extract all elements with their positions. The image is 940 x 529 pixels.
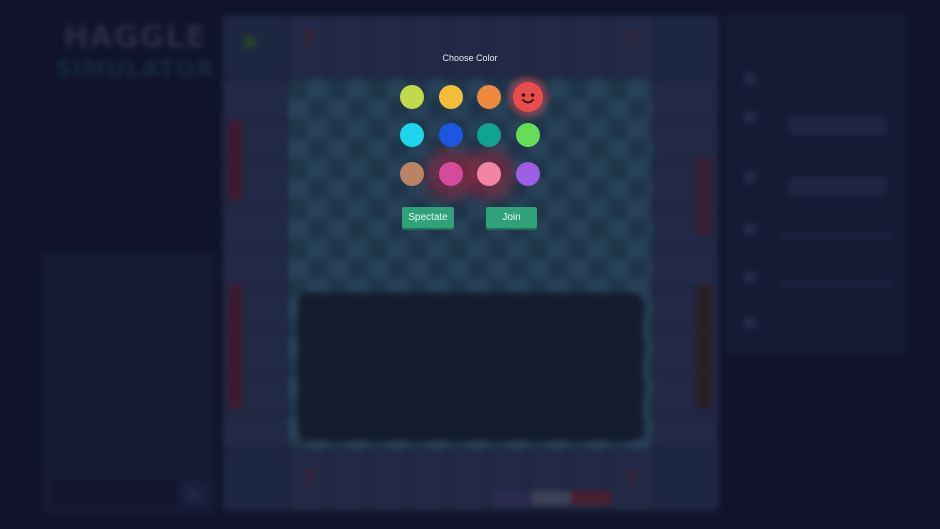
color-swatch-blue[interactable] xyxy=(439,123,463,147)
modal-backdrop xyxy=(0,0,940,529)
spectate-button[interactable]: Spectate xyxy=(402,207,454,228)
color-swatch-purple[interactable] xyxy=(516,162,540,186)
color-swatch-yellow-green[interactable] xyxy=(400,85,424,109)
color-swatch-red[interactable] xyxy=(513,82,543,112)
color-swatch-brown[interactable] xyxy=(400,162,424,186)
color-swatch-amber[interactable] xyxy=(439,85,463,109)
color-swatch-teal[interactable] xyxy=(477,123,501,147)
color-swatch-magenta[interactable] xyxy=(439,162,463,186)
choose-color-title: Choose Color xyxy=(442,53,498,63)
color-swatch-green[interactable] xyxy=(516,123,540,147)
color-swatch-pink[interactable] xyxy=(477,162,501,186)
smiley-icon xyxy=(521,93,535,104)
join-button[interactable]: Join xyxy=(486,207,537,228)
color-swatch-cyan[interactable] xyxy=(400,123,424,147)
color-swatch-orange[interactable] xyxy=(477,85,501,109)
